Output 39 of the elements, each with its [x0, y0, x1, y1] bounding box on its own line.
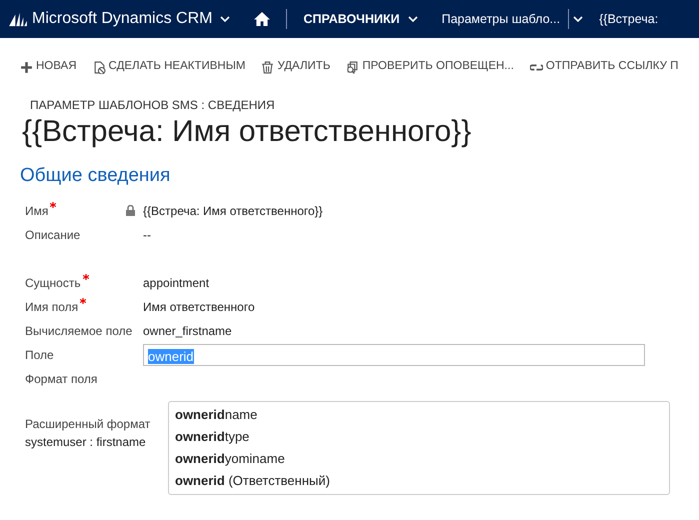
record-breadcrumb[interactable]: {{Встреча:	[599, 10, 658, 28]
field-label: Формат поля	[25, 372, 98, 386]
field-value: Имя ответственного	[143, 298, 255, 316]
app-title[interactable]: Microsoft Dynamics CRM	[32, 7, 212, 31]
document-blocked-icon	[92, 60, 106, 74]
entity-breadcrumb[interactable]: Параметры шабло...	[442, 10, 560, 28]
toolbar-button[interactable]: УДАЛИТЬ	[261, 58, 330, 76]
chevron-down-icon[interactable]	[408, 15, 418, 23]
field-label: Сущность	[25, 276, 89, 290]
suggestion-item[interactable]: owneridyominame	[169, 448, 669, 470]
record-title: {{Встреча: Имя ответственного}}	[21, 114, 472, 150]
field-label: Имя поля	[25, 300, 86, 314]
toolbar-button[interactable]: СДЕЛАТЬ НЕАКТИВНЫМ	[92, 58, 246, 76]
field-label: Поле	[25, 348, 54, 362]
field-value: {{Встреча: Имя ответственного}}	[143, 202, 323, 220]
suggestion-item[interactable]: owneridname	[169, 404, 669, 426]
area-menu[interactable]: СПРАВОЧНИКИ	[303, 10, 400, 28]
toolbar-button[interactable]: НОВАЯ	[20, 58, 77, 76]
field-value: appointment	[143, 274, 210, 292]
chevron-down-icon[interactable]	[220, 15, 230, 23]
field-label: Имя	[25, 204, 56, 218]
field-value: --	[143, 226, 151, 244]
field-label: Вычисляемое поле	[25, 324, 132, 338]
chevron-down-icon[interactable]	[573, 15, 584, 23]
toolbar-button[interactable]: ПРОВЕРИТЬ ОПОВЕЩЕН...	[346, 58, 514, 76]
field-value: owner_firstname	[143, 322, 232, 340]
plus-icon	[20, 60, 33, 74]
suggestion-item[interactable]: ownerid (Ответственный)	[169, 470, 669, 492]
entity-label: ПАРАМЕТР ШАБЛОНОВ SMS : СВЕДЕНИЯ	[29, 97, 276, 114]
home-icon[interactable]	[254, 12, 270, 26]
logo-icon	[8, 11, 28, 27]
toolbar-button[interactable]: ОТПРАВИТЬ ССЫЛКУ П	[530, 58, 678, 76]
trash-icon	[261, 60, 274, 74]
documents-search-icon	[346, 60, 360, 74]
suggestion-item[interactable]: owneridtype	[169, 426, 669, 448]
field-value: systemuser : firstname	[25, 434, 147, 450]
field-label: Описание	[25, 228, 80, 242]
field-label: Расширенный формат	[25, 416, 150, 432]
section-title: Общие сведения	[19, 164, 172, 188]
